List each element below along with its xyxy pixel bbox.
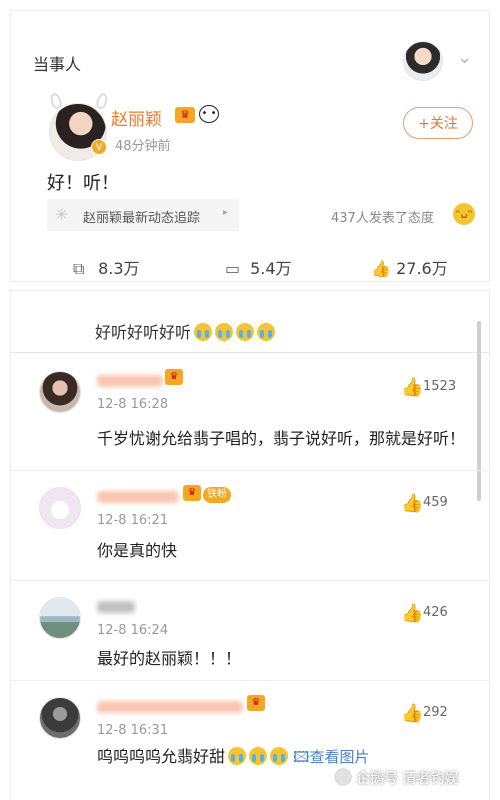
- cry-emoji-icon: [215, 323, 234, 341]
- comment-item: ♛ 铁粉 12-8 16:21 👍 459 你是真的快: [11, 479, 489, 581]
- track-link[interactable]: ✳ 赵丽颖最新动态追踪 ▸: [47, 199, 239, 231]
- reply-text-content: 好听好听好听: [95, 323, 192, 342]
- comment-time: 12-8 16:24: [97, 623, 169, 638]
- comment-like-count: 1523: [423, 379, 457, 394]
- commenter-name-blurred: [97, 491, 179, 503]
- like-icon: 👍: [371, 259, 391, 278]
- v-verified-icon: V: [91, 139, 107, 155]
- cry-emoji-icon: [228, 747, 247, 765]
- crown-icon: ♛: [165, 369, 183, 385]
- comment-button[interactable]: ▭ 5.4万: [225, 255, 292, 279]
- like-button[interactable]: 👍 27.6万: [371, 255, 448, 279]
- like-icon[interactable]: 👍: [401, 493, 423, 514]
- repost-count: 8.3万: [98, 259, 140, 278]
- comment-text: 千岁忧谢允给翡子唱的，翡子说好听，那就是好听！: [97, 429, 466, 448]
- comment-icon: ▭: [225, 259, 241, 278]
- watermark: 企鹅号 清者钓娱: [356, 771, 459, 787]
- like-icon[interactable]: 👍: [401, 377, 423, 398]
- follow-button[interactable]: +关注: [403, 107, 473, 139]
- commenter-avatar[interactable]: [39, 697, 81, 739]
- comments-card: 好听好听好听 ♛ 12-8 16:28 👍 1523 千岁忧谢允给翡子唱的，翡子…: [10, 290, 490, 800]
- panda-icon: • •: [199, 105, 219, 123]
- commenter-avatar[interactable]: [39, 487, 81, 529]
- comment-item: ♛ 12-8 16:28 👍 1523 千岁忧谢允给翡子唱的，翡子说好听，那就是…: [11, 363, 489, 471]
- comment-text: 呜呜呜呜允翡好甜 🖾查看图片: [97, 743, 467, 771]
- commenter-name-blurred: [97, 601, 135, 613]
- cry-emoji-icon: [257, 323, 276, 341]
- laugh-emoji-icon: ᵔᴗᵔ: [453, 203, 475, 225]
- cry-emoji-icon: [236, 323, 255, 341]
- comment-time: 12-8 16:28: [97, 397, 169, 412]
- like-icon[interactable]: 👍: [401, 703, 423, 724]
- section-title: 当事人: [33, 55, 82, 74]
- crown-icon: ♛: [183, 485, 201, 501]
- commenter-avatar[interactable]: [39, 597, 81, 639]
- post-card: 当事人 ⌄ V 赵丽颖 ♛ • • 48分钟前 +关注 好！听！ ✳ 赵丽颖最新…: [10, 10, 490, 282]
- cry-emoji-icon: [249, 747, 268, 765]
- comment-text: 你是真的快: [97, 541, 178, 560]
- commenter-avatar[interactable]: [39, 371, 81, 413]
- topic-avatar[interactable]: [403, 41, 443, 81]
- comment-like-count: 292: [423, 705, 448, 720]
- avatar-decoration-right-ear: [94, 91, 110, 111]
- comment-text: 最好的赵丽颖！！！: [97, 649, 242, 668]
- image-icon: 🖾: [293, 748, 310, 766]
- author-name[interactable]: 赵丽颖: [111, 105, 162, 130]
- post-time: 48分钟前: [115, 139, 171, 154]
- chevron-down-icon[interactable]: ⌄: [457, 47, 472, 68]
- comment-like-count: 459: [423, 495, 448, 510]
- like-icon[interactable]: 👍: [401, 603, 423, 624]
- view-image-label: 查看图片: [309, 748, 370, 766]
- track-icon: ✳: [55, 205, 69, 224]
- iron-fan-badge: 铁粉: [203, 487, 231, 503]
- comment-like-count: 426: [423, 605, 448, 620]
- attitude-count[interactable]: 437人发表了态度: [331, 207, 434, 226]
- crown-icon: ♛: [247, 695, 265, 711]
- chevron-right-icon: ▸: [223, 207, 229, 218]
- cry-emoji-icon: [270, 747, 289, 765]
- commenter-name-blurred: [97, 701, 243, 713]
- comment-time: 12-8 16:31: [97, 723, 169, 738]
- watermark-logo-icon: [334, 768, 352, 786]
- comment-item: 12-8 16:24 👍 426 最好的赵丽颖！！！: [11, 589, 489, 681]
- page: 当事人 ⌄ V 赵丽颖 ♛ • • 48分钟前 +关注 好！听！ ✳ 赵丽颖最新…: [0, 0, 500, 800]
- repost-button[interactable]: ⧉ 8.3万: [73, 255, 140, 279]
- comment-count: 5.4万: [250, 259, 292, 278]
- comment-time: 12-8 16:21: [97, 513, 169, 528]
- crown-icon: ♛: [175, 107, 195, 123]
- cry-emoji-icon: [194, 323, 213, 341]
- like-count: 27.6万: [396, 259, 448, 278]
- reply-text: 好听好听好听: [95, 319, 276, 343]
- track-label: 赵丽颖最新动态追踪: [83, 211, 201, 226]
- commenter-name-blurred: [97, 375, 163, 387]
- post-text: 好！听！: [47, 173, 119, 194]
- repost-icon: ⧉: [73, 259, 85, 278]
- view-image-link[interactable]: 🖾查看图片: [293, 748, 369, 766]
- comment-text-content: 呜呜呜呜允翡好甜: [97, 747, 226, 766]
- reply-bar: 好听好听好听: [11, 291, 489, 353]
